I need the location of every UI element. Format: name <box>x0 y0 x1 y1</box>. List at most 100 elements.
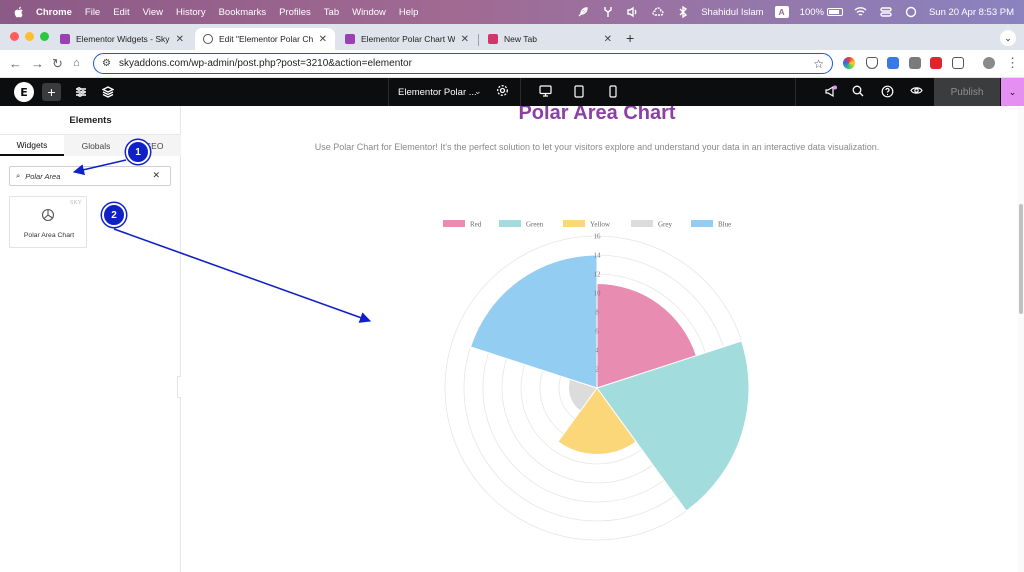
search-icon[interactable] <box>852 85 864 100</box>
menu-tab[interactable]: Tab <box>324 7 339 18</box>
close-tab-icon[interactable]: ✕ <box>461 34 469 45</box>
close-window-button[interactable] <box>10 32 19 41</box>
menu-profiles[interactable]: Profiles <box>279 7 311 18</box>
structure-layers-icon[interactable] <box>98 83 117 101</box>
menu-bookmarks[interactable]: Bookmarks <box>219 7 267 18</box>
address-bar[interactable]: ⚙ skyaddons.com/wp-admin/post.php?post=3… <box>93 53 833 74</box>
preview-eye-icon[interactable] <box>910 85 923 99</box>
extension-grid-icon[interactable] <box>909 57 921 69</box>
apple-icon[interactable] <box>12 6 26 18</box>
clear-search-icon[interactable]: ✕ <box>152 170 160 181</box>
chart-tick-label: 12 <box>594 271 602 279</box>
reload-icon[interactable]: ↻ <box>52 56 63 72</box>
browser-tab-2-active[interactable]: Edit "Elementor Polar Chart W ✕ <box>195 28 335 50</box>
help-icon[interactable] <box>881 85 894 101</box>
close-tab-icon[interactable]: ✕ <box>604 34 612 45</box>
chart-legend-label-green[interactable]: Green <box>526 221 544 229</box>
tab-title: Elementor Widgets - Sky Add <box>76 34 170 44</box>
chart-legend-label-red[interactable]: Red <box>470 221 482 229</box>
site-settings-sliders-icon[interactable] <box>71 83 90 101</box>
volume-icon[interactable] <box>626 5 640 19</box>
whats-new-megaphone-icon[interactable] <box>824 85 838 101</box>
document-title[interactable]: Elementor Polar ... <box>388 78 488 106</box>
zoom-window-button[interactable] <box>40 32 49 41</box>
widget-search-input[interactable]: ⌕ Polar Area ✕ <box>9 166 171 186</box>
profile-avatar[interactable] <box>983 57 995 69</box>
control-center-icon[interactable] <box>879 5 893 19</box>
tab-globals[interactable]: Globals <box>64 135 128 156</box>
cloud-icon[interactable] <box>651 5 665 19</box>
menu-file[interactable]: File <box>85 7 100 18</box>
battery-status[interactable]: 100% <box>800 7 843 18</box>
extensions-puzzle-icon[interactable] <box>952 57 964 69</box>
address-url: skyaddons.com/wp-admin/post.php?post=321… <box>118 58 412 69</box>
site-info-icon[interactable]: ⚙ <box>102 58 111 69</box>
menu-app-name[interactable]: Chrome <box>36 7 72 18</box>
menu-datetime[interactable]: Sun 20 Apr 8:53 PM <box>929 7 1014 18</box>
menu-window[interactable]: Window <box>352 7 386 18</box>
chart-legend-swatch-blue <box>691 220 713 227</box>
chart-tick-label: 4 <box>595 347 599 355</box>
chevron-down-icon[interactable]: ⌄ <box>474 86 482 97</box>
chart-legend-label-yellow[interactable]: Yellow <box>590 221 611 229</box>
sky-badge: SKY <box>69 200 82 206</box>
battery-icon <box>826 7 843 16</box>
bookmark-star-icon[interactable]: ☆ <box>813 57 824 71</box>
chart-legend-swatch-grey <box>631 220 653 227</box>
back-arrow-icon[interactable]: ← <box>9 56 22 71</box>
browser-tab-3[interactable]: Elementor Polar Chart Widget ✕ <box>337 28 477 50</box>
menu-edit[interactable]: Edit <box>113 7 129 18</box>
menu-help[interactable]: Help <box>399 7 419 18</box>
chart-legend-label-grey[interactable]: Grey <box>658 221 672 229</box>
forward-arrow-icon[interactable]: → <box>31 56 44 71</box>
wifi-icon[interactable] <box>854 5 868 19</box>
browser-tab-4[interactable]: New Tab ✕ <box>480 28 620 50</box>
menu-history[interactable]: History <box>176 7 206 18</box>
menu-view[interactable]: View <box>143 7 163 18</box>
tablet-device-icon[interactable] <box>574 85 584 101</box>
extension-shield-icon[interactable] <box>866 57 878 69</box>
chart-legend-label-blue[interactable]: Blue <box>718 221 731 229</box>
extension-translate-icon[interactable] <box>887 57 899 69</box>
fork-icon[interactable] <box>601 5 615 19</box>
mobile-device-icon[interactable] <box>609 85 617 101</box>
menu-user-name[interactable]: Shahidul Islam <box>701 7 763 18</box>
panel-title: Elements <box>69 115 112 126</box>
sky-addons-favicon-icon <box>345 34 355 44</box>
extension-red-icon[interactable] <box>930 57 942 69</box>
widget-card-polar-area-chart[interactable]: SKY Polar Area Chart <box>9 196 87 248</box>
chart-tick-label: 8 <box>595 309 599 317</box>
tab-title: New Tab <box>504 34 537 44</box>
polar-area-chart[interactable]: 2 4 6 8 10 12 14 16 Red Green Yellow Grey Blue <box>181 106 1013 572</box>
macos-menu-bar: Chrome File Edit View History Bookmarks … <box>0 0 1024 24</box>
tab-title: Edit "Elementor Polar Chart W <box>219 34 313 44</box>
page-settings-gear-icon[interactable] <box>496 84 509 100</box>
chart-tick-label: 14 <box>594 252 602 260</box>
close-tab-icon[interactable]: ✕ <box>319 34 327 45</box>
bluetooth-icon[interactable] <box>676 5 690 19</box>
extension-color-icon[interactable] <box>843 57 855 69</box>
input-source-indicator[interactable]: A <box>774 6 789 18</box>
tab-search-chevron-icon[interactable]: ⌄ <box>1000 30 1016 46</box>
tab-widgets[interactable]: Widgets <box>0 135 64 156</box>
annotation-step-badge: 2 <box>102 203 126 227</box>
canvas-scrollbar[interactable] <box>1018 106 1024 572</box>
new-tab-plus-icon[interactable]: + <box>626 30 634 46</box>
widget-name: Polar Area Chart <box>23 232 75 239</box>
siri-icon[interactable] <box>904 5 918 19</box>
chart-wedge-blue[interactable] <box>469 254 598 389</box>
publish-button[interactable]: Publish <box>934 78 1000 106</box>
chrome-menu-icon[interactable]: ⋮ <box>1006 55 1019 71</box>
widget-search-value: Polar Area <box>25 171 61 181</box>
close-tab-icon[interactable]: ✕ <box>176 34 184 45</box>
editor-canvas: Polar Area Chart Use Polar Chart for Ele… <box>181 106 1018 572</box>
minimize-window-button[interactable] <box>25 32 34 41</box>
add-element-plus-icon[interactable]: + <box>42 83 61 101</box>
elementor-logo-icon[interactable]: E <box>14 82 34 102</box>
browser-tab-1[interactable]: Elementor Widgets - Sky Add ✕ <box>52 28 192 50</box>
home-icon[interactable]: ⌂ <box>73 57 80 69</box>
feather-icon[interactable] <box>576 5 590 19</box>
chart-tick-label: 16 <box>594 233 602 241</box>
publish-options-chevron-icon[interactable]: ⌄ <box>1001 78 1024 106</box>
desktop-device-icon[interactable] <box>539 85 552 100</box>
